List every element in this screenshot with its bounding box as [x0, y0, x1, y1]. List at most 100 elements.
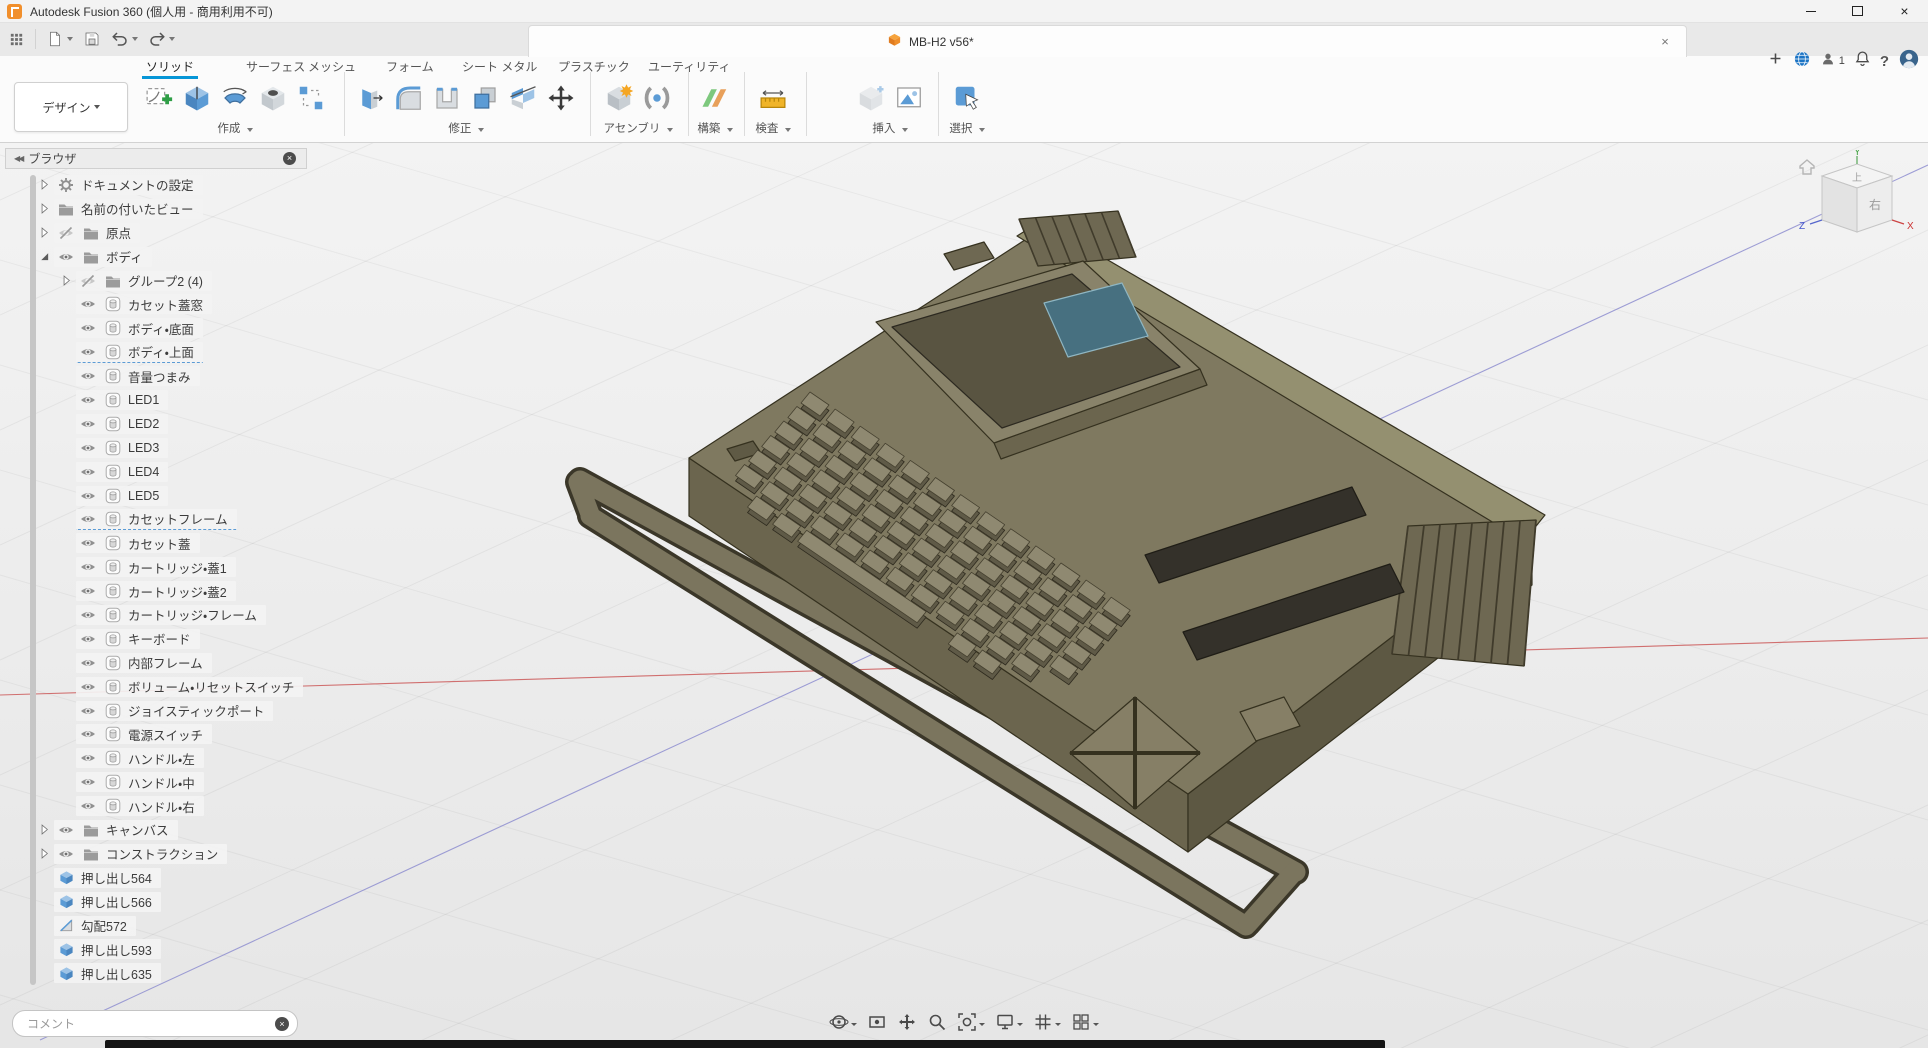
- joint-button[interactable]: [638, 80, 676, 116]
- tree-row[interactable]: ボディ: [0, 245, 330, 269]
- timeline-bar[interactable]: [105, 1040, 1385, 1048]
- tree-row[interactable]: 音量つまみ: [0, 364, 330, 388]
- ribbon-tab-[interactable]: サーフェス: [246, 58, 305, 75]
- expand-arrow-icon[interactable]: [34, 822, 54, 838]
- tree-row[interactable]: ジョイスティックポート: [0, 699, 330, 723]
- select-button[interactable]: [948, 80, 986, 116]
- zoom-button[interactable]: [925, 1010, 949, 1039]
- visibility-eye-icon[interactable]: [78, 631, 98, 647]
- combine-button[interactable]: [466, 80, 504, 116]
- visibility-eye-icon[interactable]: [78, 583, 98, 599]
- save-button[interactable]: [79, 25, 105, 53]
- visibility-eye-icon[interactable]: [78, 535, 98, 551]
- tree-row[interactable]: カセット蓋: [0, 531, 330, 555]
- measure-button[interactable]: [754, 80, 792, 116]
- visibility-eye-icon[interactable]: [78, 416, 98, 432]
- tree-row[interactable]: 押し出し566: [0, 890, 330, 914]
- ribbon-tab-[interactable]: ユーティリティ: [648, 58, 731, 75]
- fit-button[interactable]: [955, 1010, 987, 1039]
- ribbon-group-dropdown[interactable]: 選択: [948, 120, 986, 136]
- visibility-eye-icon[interactable]: [78, 392, 98, 408]
- collapse-panel-icon[interactable]: ◀◀: [14, 154, 22, 163]
- split-body-button[interactable]: [504, 80, 542, 116]
- document-tab[interactable]: MB-H2 v56* ×: [528, 25, 1687, 57]
- expand-arrow-icon[interactable]: [34, 249, 54, 265]
- tree-row[interactable]: カセットフレーム: [0, 507, 330, 531]
- tree-row[interactable]: カートリッジ・フレーム: [0, 603, 330, 627]
- notifications-button[interactable]: [1854, 50, 1871, 72]
- sketch-button[interactable]: [140, 80, 178, 116]
- visibility-eye-icon[interactable]: [78, 488, 98, 504]
- visibility-eye-icon[interactable]: [78, 344, 98, 360]
- expand-arrow-icon[interactable]: [34, 846, 54, 862]
- hole-button[interactable]: [254, 80, 292, 116]
- close-button[interactable]: ×: [1881, 0, 1928, 22]
- tree-row[interactable]: ハンドル・中: [0, 770, 330, 794]
- new-component-button[interactable]: [600, 80, 638, 116]
- help-button[interactable]: ?: [1880, 53, 1889, 70]
- tree-row[interactable]: 原点: [0, 221, 330, 245]
- tree-row[interactable]: 押し出し635: [0, 961, 330, 985]
- tree-row[interactable]: 名前の付いたビュー: [0, 197, 330, 221]
- visibility-eye-icon[interactable]: [78, 607, 98, 623]
- ribbon-group-dropdown[interactable]: 修正: [352, 120, 580, 136]
- expand-arrow-icon[interactable]: [34, 201, 54, 217]
- minimize-button[interactable]: [1787, 0, 1834, 22]
- ribbon-group-dropdown[interactable]: 作成: [140, 120, 330, 136]
- tree-row[interactable]: グループ2 (4): [0, 269, 330, 293]
- visibility-eye-icon[interactable]: [78, 679, 98, 695]
- ribbon-tab-[interactable]: プラスチック: [558, 58, 630, 75]
- visibility-eye-icon[interactable]: [56, 225, 76, 241]
- visibility-eye-icon[interactable]: [78, 320, 98, 336]
- viewport-3d[interactable]: ◀◀ ブラウザ × ドキュメントの設定名前の付いたビュー原点ボディグループ2 (…: [0, 142, 1928, 1048]
- insert-canvas-button[interactable]: [890, 80, 928, 116]
- pattern-button[interactable]: [292, 80, 330, 116]
- ribbon-group-dropdown[interactable]: 挿入: [852, 120, 928, 136]
- visibility-eye-icon[interactable]: [78, 559, 98, 575]
- tree-row[interactable]: キーボード: [0, 627, 330, 651]
- expand-arrow-icon[interactable]: [34, 225, 54, 241]
- tree-row[interactable]: LED5: [0, 484, 330, 508]
- user-avatar[interactable]: [1898, 48, 1920, 75]
- ribbon-tab-[interactable]: フォーム: [386, 58, 434, 75]
- browser-close-icon[interactable]: ×: [283, 152, 296, 165]
- comment-input[interactable]: コメント ×: [12, 1010, 298, 1037]
- ribbon-group-dropdown[interactable]: 検査: [754, 120, 792, 136]
- home-view-icon[interactable]: [1800, 160, 1814, 174]
- construction-plane-button[interactable]: [696, 80, 734, 116]
- visibility-eye-icon[interactable]: [78, 655, 98, 671]
- tree-row[interactable]: ハンドル・左: [0, 746, 330, 770]
- ribbon-group-dropdown[interactable]: 構築: [696, 120, 734, 136]
- tree-row[interactable]: LED1: [0, 388, 330, 412]
- undo-button[interactable]: [107, 25, 142, 53]
- file-new-button[interactable]: [42, 25, 77, 53]
- orbit-button[interactable]: [827, 1010, 859, 1039]
- visibility-eye-icon[interactable]: [78, 798, 98, 814]
- maximize-button[interactable]: [1834, 0, 1881, 22]
- look-at-button[interactable]: [865, 1010, 889, 1039]
- visibility-eye-icon[interactable]: [78, 296, 98, 312]
- tree-row[interactable]: キャンバス: [0, 818, 330, 842]
- tree-row[interactable]: ボディ・上面: [0, 340, 330, 364]
- grid-snaps-button[interactable]: [1031, 1010, 1063, 1039]
- expand-arrow-icon[interactable]: [56, 273, 76, 289]
- viewports-button[interactable]: [1069, 1010, 1101, 1039]
- visibility-eye-icon[interactable]: [78, 703, 98, 719]
- tree-row[interactable]: カセット蓋窓: [0, 292, 330, 316]
- fillet-button[interactable]: [390, 80, 428, 116]
- press-pull-button[interactable]: [352, 80, 390, 116]
- tree-row[interactable]: ドキュメントの設定: [0, 173, 330, 197]
- pan-button[interactable]: [895, 1010, 919, 1039]
- comment-close-icon[interactable]: ×: [275, 1017, 289, 1031]
- visibility-eye-icon[interactable]: [78, 440, 98, 456]
- browser-panel-header[interactable]: ◀◀ ブラウザ ×: [5, 148, 307, 169]
- ribbon-tab-[interactable]: メッシュ: [308, 58, 356, 75]
- revolve-button[interactable]: [216, 80, 254, 116]
- insert-derive-button[interactable]: [852, 80, 890, 116]
- collaboration-button[interactable]: 1: [1820, 51, 1845, 72]
- visibility-eye-icon[interactable]: [56, 846, 76, 862]
- ribbon-group-dropdown[interactable]: アセンブリ: [600, 120, 676, 136]
- tree-row[interactable]: LED3: [0, 436, 330, 460]
- tree-row[interactable]: カートリッジ・蓋2: [0, 579, 330, 603]
- tree-row[interactable]: ボディ・底面: [0, 316, 330, 340]
